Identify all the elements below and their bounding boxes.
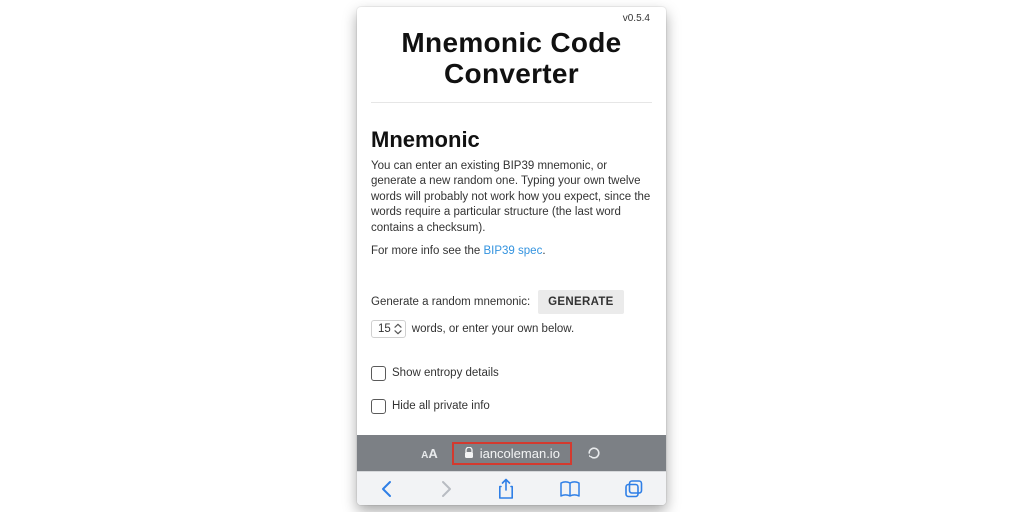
hide-private-checkbox-label: Hide all private info	[392, 400, 490, 412]
word-count-value: 15	[378, 323, 391, 335]
chevron-left-icon	[379, 479, 395, 499]
more-info-paragraph: For more info see the BIP39 spec.	[371, 244, 652, 260]
bip39-spec-link[interactable]: BIP39 spec	[484, 245, 543, 257]
text-size-button[interactable]: AA	[421, 446, 438, 461]
reload-button[interactable]	[586, 445, 602, 461]
entropy-checkbox-label: Show entropy details	[392, 367, 499, 379]
entropy-checkbox[interactable]	[371, 366, 386, 381]
entropy-checkbox-row: Show entropy details	[371, 366, 652, 381]
share-button[interactable]	[497, 478, 515, 500]
section-heading-mnemonic: Mnemonic	[371, 127, 652, 153]
page-title: Mnemonic Code Converter	[371, 28, 652, 103]
word-count-row: 15 words, or enter your own below.	[371, 320, 652, 338]
lock-icon	[464, 447, 474, 459]
tabs-button[interactable]	[624, 479, 644, 499]
book-icon	[559, 480, 581, 498]
more-info-prefix: For more info see the	[371, 245, 484, 257]
device-frame: v0.5.4 Mnemonic Code Converter Mnemonic …	[357, 7, 666, 505]
generate-label: Generate a random mnemonic:	[371, 296, 530, 308]
more-info-suffix: .	[542, 245, 545, 257]
bookmarks-button[interactable]	[559, 480, 581, 498]
url-text: iancoleman.io	[480, 446, 560, 461]
browser-chrome: AA iancoleman.io	[357, 435, 666, 505]
word-count-suffix: words, or enter your own below.	[412, 323, 574, 335]
hide-private-checkbox[interactable]	[371, 399, 386, 414]
generate-button[interactable]: GENERATE	[538, 290, 623, 314]
page-content: v0.5.4 Mnemonic Code Converter Mnemonic …	[357, 7, 666, 435]
forward-button[interactable]	[438, 479, 454, 499]
reload-icon	[586, 445, 602, 461]
hide-private-checkbox-row: Hide all private info	[371, 399, 652, 414]
share-icon	[497, 478, 515, 500]
back-button[interactable]	[379, 479, 395, 499]
select-arrows-icon	[394, 323, 402, 335]
version-label: v0.5.4	[371, 13, 652, 24]
generate-row: Generate a random mnemonic: GENERATE	[371, 290, 652, 314]
url-bar: AA iancoleman.io	[357, 435, 666, 471]
word-count-select[interactable]: 15	[371, 320, 406, 338]
chevron-right-icon	[438, 479, 454, 499]
tabs-icon	[624, 479, 644, 499]
toolbar	[357, 471, 666, 505]
intro-paragraph: You can enter an existing BIP39 mnemonic…	[371, 159, 652, 237]
address-display[interactable]: iancoleman.io	[452, 442, 572, 465]
